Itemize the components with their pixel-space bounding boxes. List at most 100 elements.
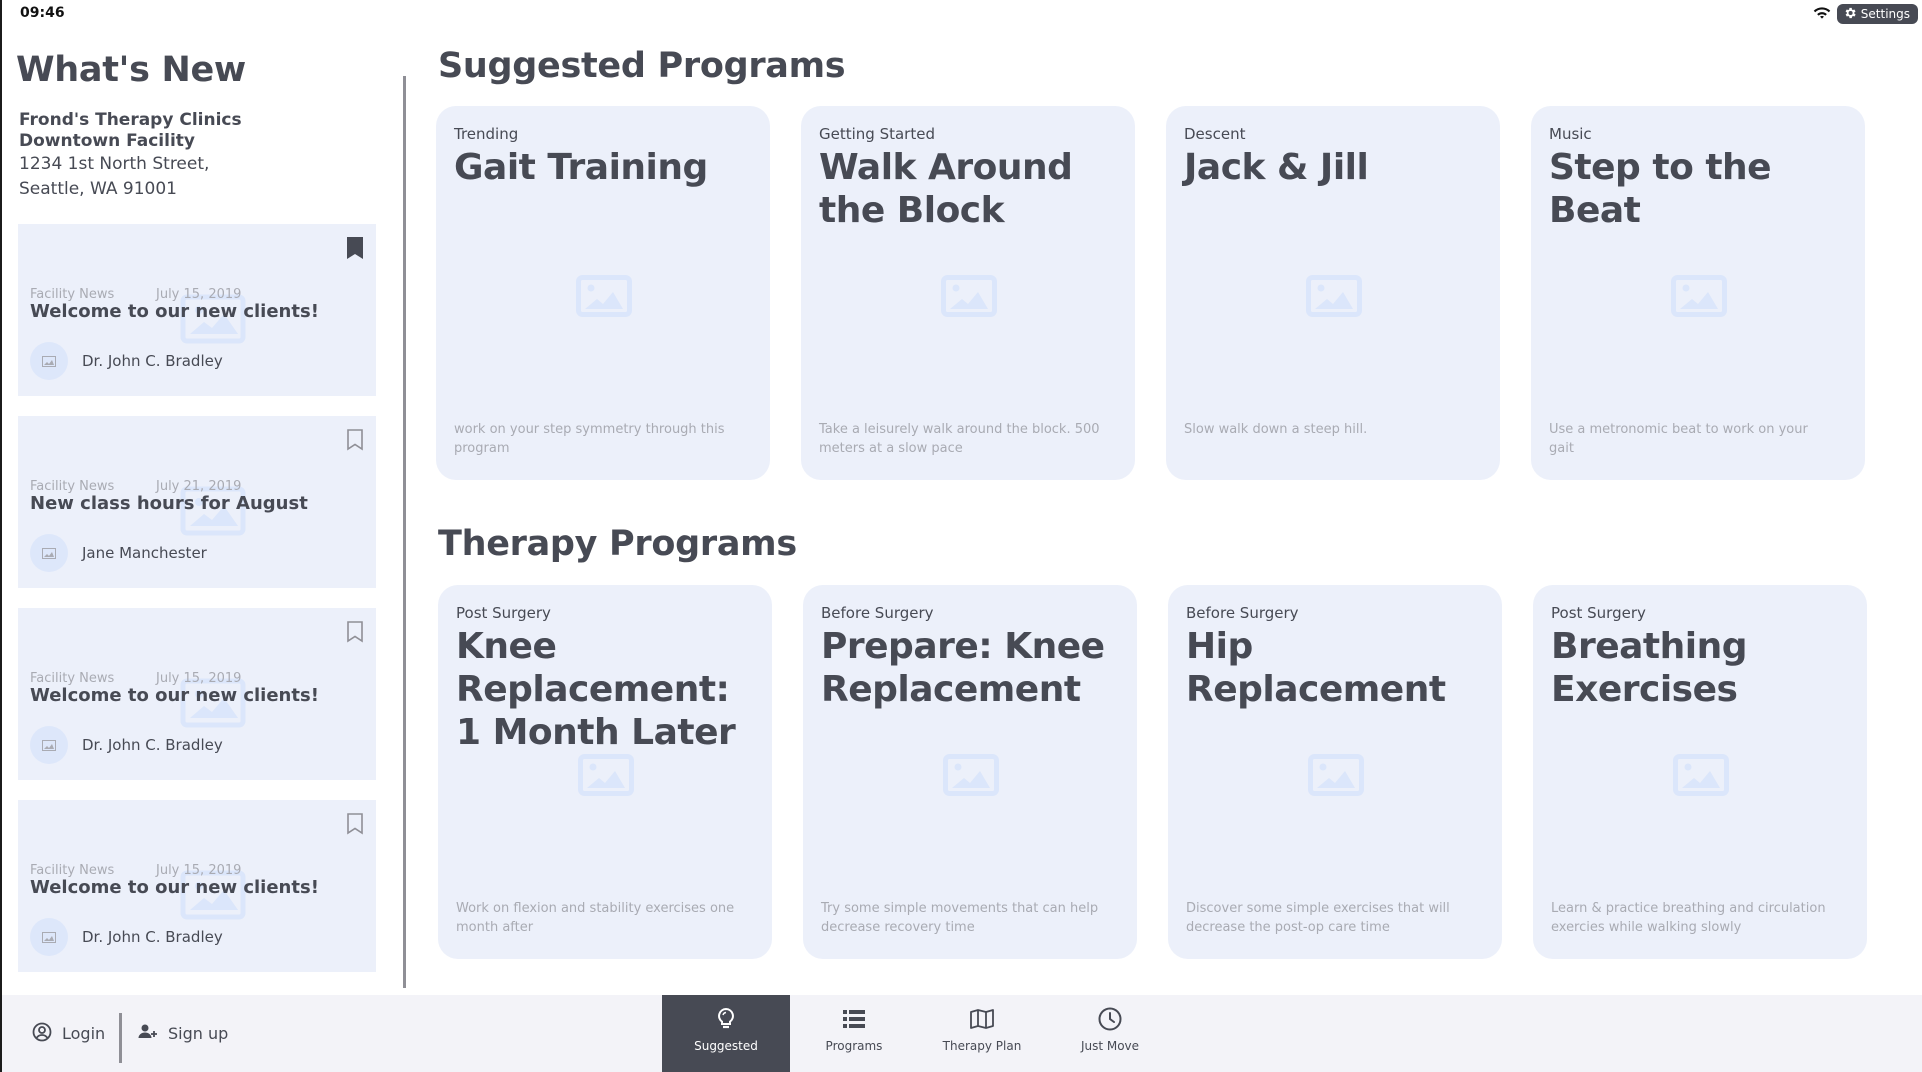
login-button[interactable]: Login — [32, 995, 105, 1072]
program-category: Post Surgery — [1551, 604, 1646, 622]
program-description: Learn & practice breathing and circulati… — [1551, 901, 1826, 935]
program-category: Trending — [454, 125, 519, 143]
news-date: July 15, 2019 — [156, 287, 242, 302]
gear-icon — [1843, 6, 1857, 23]
program-card[interactable]: Descent Jack & Jill Slow walk down a ste… — [1166, 106, 1500, 480]
program-title: Jack & Jill — [1184, 147, 1369, 188]
facility-address-line2: Seattle, WA 91001 — [19, 179, 177, 199]
news-card[interactable]: Facility News July 15, 2019 Welcome to o… — [18, 800, 376, 972]
sidebar-divider — [403, 76, 406, 988]
news-date: July 21, 2019 — [156, 479, 242, 494]
news-meta: Facility News July 21, 2019 — [30, 479, 241, 494]
program-description: Use a metronomic beat to work on your ga… — [1549, 422, 1808, 456]
program-title: Prepare: Knee Replacement — [821, 626, 1105, 710]
news-card[interactable]: Facility News July 15, 2019 Welcome to o… — [18, 608, 376, 780]
news-category: Facility News — [30, 863, 115, 878]
tab-programs[interactable]: Programs — [790, 995, 918, 1072]
program-category: Music — [1549, 125, 1592, 143]
author-name: Jane Manchester — [82, 544, 207, 562]
whats-new-title: What's New — [16, 50, 246, 90]
news-title: Welcome to our new clients! — [30, 685, 319, 706]
program-title: Breathing Exercises — [1551, 626, 1747, 710]
news-title: Welcome to our new clients! — [30, 877, 319, 898]
facility-branch: Downtown Facility — [19, 131, 195, 151]
list-icon — [841, 1006, 867, 1035]
signup-label: Sign up — [168, 1024, 229, 1043]
author-name: Dr. John C. Bradley — [82, 352, 223, 370]
program-card[interactable]: Before Surgery Prepare: Knee Replacement… — [803, 585, 1137, 959]
program-card[interactable]: Trending Gait Training work on your step… — [436, 106, 770, 480]
settings-button[interactable]: Settings — [1836, 4, 1918, 24]
suggested-programs-title: Suggested Programs — [438, 46, 846, 86]
avatar — [30, 726, 68, 764]
news-author: Jane Manchester — [30, 534, 207, 572]
news-author: Dr. John C. Bradley — [30, 342, 223, 380]
settings-label: Settings — [1860, 7, 1910, 21]
program-description: Work on flexion and stability exercises … — [456, 901, 735, 935]
signup-button[interactable]: Sign up — [138, 995, 228, 1072]
program-description: work on your step symmetry through this … — [454, 422, 725, 456]
tab-just-move[interactable]: Just Move — [1046, 995, 1174, 1072]
program-category: Descent — [1184, 125, 1246, 143]
news-category: Facility News — [30, 479, 115, 494]
news-category: Facility News — [30, 287, 115, 302]
news-card[interactable]: Facility News July 15, 2019 Welcome to o… — [18, 224, 376, 396]
news-date: July 15, 2019 — [156, 671, 242, 686]
tab-label: Programs — [825, 1039, 883, 1053]
avatar — [30, 342, 68, 380]
tab-label: Just Move — [1080, 1039, 1140, 1053]
news-meta: Facility News July 15, 2019 — [30, 863, 241, 878]
author-name: Dr. John C. Bradley — [82, 928, 223, 946]
program-title: Walk Around the Block — [819, 147, 1073, 231]
program-title: Hip Replacement — [1186, 626, 1446, 710]
tab-label: Therapy Plan — [942, 1039, 1022, 1053]
map-icon — [969, 1006, 995, 1035]
wifi-icon — [1813, 5, 1831, 24]
login-label: Login — [62, 1024, 106, 1043]
news-title: Welcome to our new clients! — [30, 301, 319, 322]
whats-new-sidebar: What's New Frond's Therapy Clinics Downt… — [2, 28, 406, 988]
program-category: Post Surgery — [456, 604, 551, 622]
program-title: Gait Training — [454, 147, 708, 188]
program-description: Discover some simple exercises that will… — [1186, 901, 1450, 935]
status-bar: 09:46 Settings — [2, 0, 1922, 28]
program-card[interactable]: Getting Started Walk Around the Block Ta… — [801, 106, 1135, 480]
clock-icon — [1097, 1006, 1123, 1035]
program-card[interactable]: Post Surgery Knee Replacement: 1 Month L… — [438, 585, 772, 959]
news-date: July 15, 2019 — [156, 863, 242, 878]
avatar — [30, 918, 68, 956]
news-card[interactable]: Facility News July 21, 2019 New class ho… — [18, 416, 376, 588]
program-description: Take a leisurely walk around the block. … — [819, 422, 1100, 456]
avatar — [30, 534, 68, 572]
program-title: Knee Replacement: 1 Month Later — [456, 626, 736, 753]
auth-divider — [119, 1013, 122, 1063]
program-category: Before Surgery — [821, 604, 934, 622]
program-card[interactable]: Post Surgery Breathing Exercises Learn &… — [1533, 585, 1867, 959]
facility-info: Frond's Therapy Clinics Downtown Facilit… — [19, 110, 242, 202]
program-description: Try some simple movements that can help … — [821, 901, 1099, 935]
program-category: Getting Started — [819, 125, 935, 143]
tab-label: Suggested — [694, 1039, 758, 1053]
bottom-navigation-bar: Login Sign up Suggested Programs Therapy… — [2, 995, 1922, 1072]
facility-name: Frond's Therapy Clinics — [19, 110, 242, 130]
program-category: Before Surgery — [1186, 604, 1299, 622]
news-title: New class hours for August — [30, 493, 308, 514]
news-meta: Facility News July 15, 2019 — [30, 287, 241, 302]
author-name: Dr. John C. Bradley — [82, 736, 223, 754]
program-card[interactable]: Music Step to the Beat Use a metronomic … — [1531, 106, 1865, 480]
news-author: Dr. John C. Bradley — [30, 726, 223, 764]
news-author: Dr. John C. Bradley — [30, 918, 223, 956]
lightbulb-icon — [713, 1006, 739, 1035]
program-description: Slow walk down a steep hill. — [1184, 422, 1368, 437]
therapy-programs-title: Therapy Programs — [438, 524, 797, 564]
news-meta: Facility News July 15, 2019 — [30, 671, 241, 686]
tab-suggested[interactable]: Suggested — [662, 995, 790, 1072]
facility-address-line1: 1234 1st North Street, — [19, 154, 210, 174]
news-category: Facility News — [30, 671, 115, 686]
program-card[interactable]: Before Surgery Hip Replacement Discover … — [1168, 585, 1502, 959]
status-time: 09:46 — [20, 5, 65, 21]
status-right: Settings — [1813, 4, 1918, 24]
tab-therapy-plan[interactable]: Therapy Plan — [918, 995, 1046, 1072]
program-title: Step to the Beat — [1549, 147, 1772, 231]
add-user-icon — [138, 1022, 158, 1046]
